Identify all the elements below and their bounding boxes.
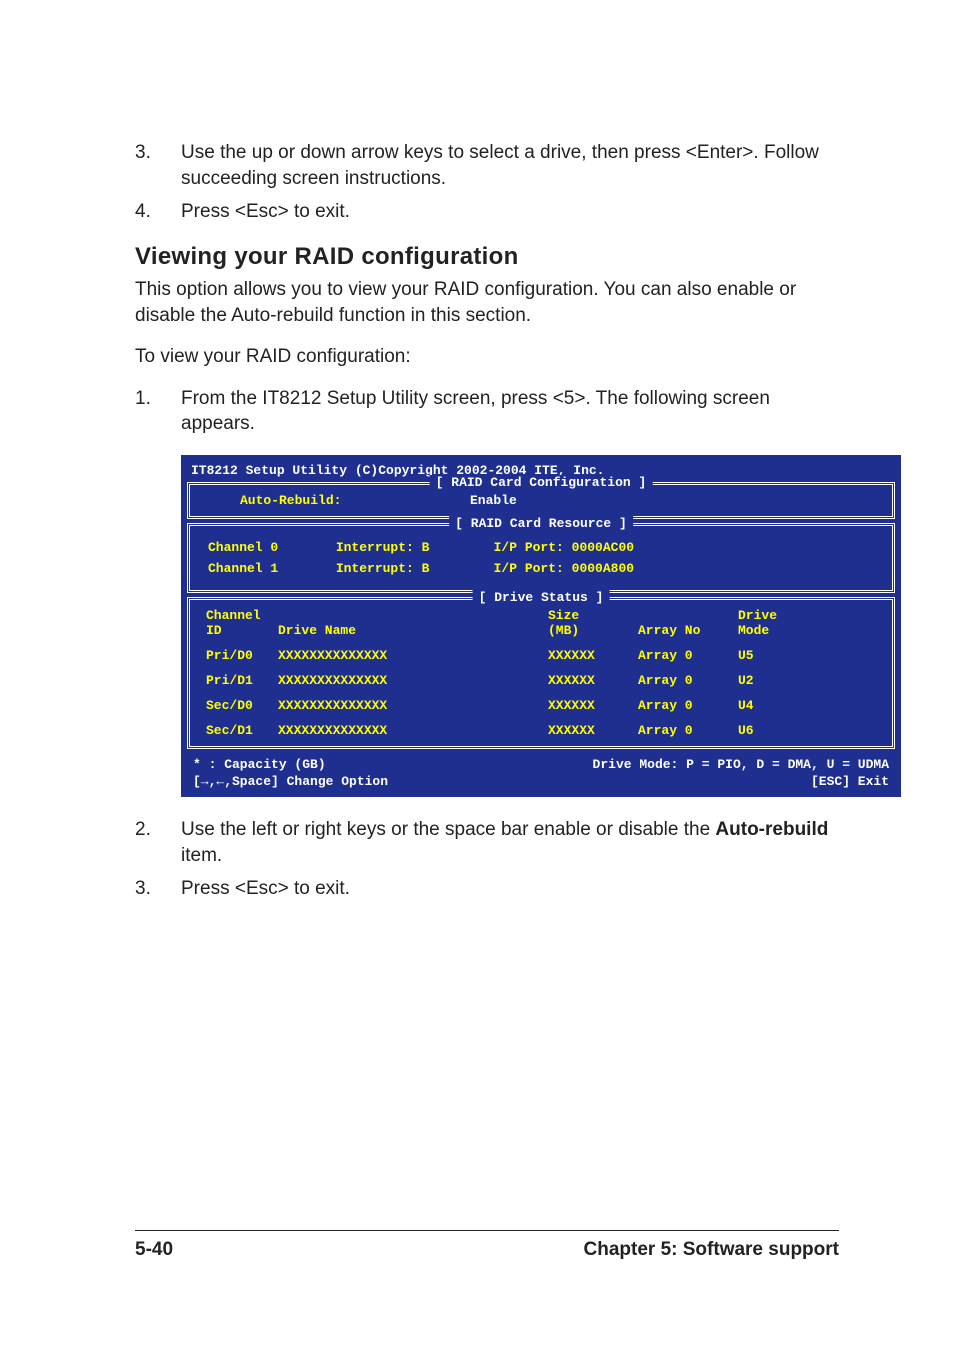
panel-drive-status: [ Drive Status ] Channel Size Drive ID D…	[187, 597, 895, 749]
drive-name: XXXXXXXXXXXXXX	[278, 723, 548, 738]
resource-row: Channel 1 Interrupt: B I/P Port: 0000A80…	[200, 561, 882, 576]
drive-header-row-2: ID Drive Name (MB) Array No Mode	[200, 623, 882, 638]
intro-paragraph-2: To view your RAID configuration:	[135, 344, 839, 370]
panel-raid-card-resource: [ RAID Card Resource ] Channel 0 Interru…	[187, 523, 895, 593]
step-text-suffix: item.	[181, 845, 222, 866]
step-text: Press <Esc> to exit.	[181, 876, 839, 902]
footer-drive-mode-legend: Drive Mode: P = PIO, D = DMA, U = UDMA	[593, 757, 889, 772]
step-number: 3.	[135, 140, 181, 191]
drive-row: Pri/D1 XXXXXXXXXXXXXX XXXXXX Array 0 U2	[200, 673, 882, 688]
hdr-name	[278, 608, 548, 623]
drive-size: XXXXXX	[548, 673, 638, 688]
footer-esc-exit-hint: [ESC] Exit	[811, 774, 889, 789]
hdr-array	[638, 608, 738, 623]
channel-label: Channel 1	[208, 561, 328, 576]
hdr-size: (MB)	[548, 623, 638, 638]
drive-mode: U5	[738, 648, 798, 663]
hdr-mode: Mode	[738, 623, 798, 638]
auto-rebuild-bold: Auto-rebuild	[715, 819, 828, 840]
drive-mode: U2	[738, 673, 798, 688]
panel-raid-card-configuration: [ RAID Card Configuration ] Auto-Rebuild…	[187, 482, 895, 519]
step-text: Use the up or down arrow keys to select …	[181, 140, 839, 191]
resource-row: Channel 0 Interrupt: B I/P Port: 0000AC0…	[200, 540, 882, 555]
drive-array: Array 0	[638, 723, 738, 738]
ipport-label: I/P Port: 0000AC00	[494, 540, 694, 555]
step-text-prefix: Use the left or right keys or the space …	[181, 819, 715, 840]
drive-size: XXXXXX	[548, 648, 638, 663]
hdr-mode: Drive	[738, 608, 798, 623]
ipport-label: I/P Port: 0000A800	[494, 561, 694, 576]
step-b-3: 3. Press <Esc> to exit.	[135, 876, 839, 902]
drive-name: XXXXXXXXXXXXXX	[278, 673, 548, 688]
step-b-2: 2. Use the left or right keys or the spa…	[135, 817, 839, 868]
steps-b-part2: 2. Use the left or right keys or the spa…	[135, 817, 839, 902]
interrupt-label: Interrupt: B	[336, 561, 486, 576]
drive-mode: U6	[738, 723, 798, 738]
drive-id: Sec/D1	[206, 723, 278, 738]
step-text: Press <Esc> to exit.	[181, 199, 839, 225]
hdr-name: Drive Name	[278, 623, 548, 638]
step-a-4: 4. Press <Esc> to exit.	[135, 199, 839, 225]
drive-row: Sec/D1 XXXXXXXXXXXXXX XXXXXX Array 0 U6	[200, 723, 882, 738]
drive-mode: U4	[738, 698, 798, 713]
step-text: Use the left or right keys or the space …	[181, 817, 839, 868]
footer-capacity-legend: * : Capacity (GB)	[193, 757, 326, 772]
hdr-size: Size	[548, 608, 638, 623]
step-a-3: 3. Use the up or down arrow keys to sele…	[135, 140, 839, 191]
auto-rebuild-label: Auto-Rebuild:	[240, 493, 470, 508]
section-heading: Viewing your RAID configuration	[135, 243, 839, 271]
drive-size: XXXXXX	[548, 698, 638, 713]
drive-size: XXXXXX	[548, 723, 638, 738]
step-number: 2.	[135, 817, 181, 868]
drive-array: Array 0	[638, 648, 738, 663]
page-footer: 5-40 Chapter 5: Software support	[135, 1230, 839, 1261]
drive-id: Pri/D0	[206, 648, 278, 663]
panel-label: [ Drive Status ]	[473, 590, 610, 605]
drive-id: Sec/D0	[206, 698, 278, 713]
hdr-array: Array No	[638, 623, 738, 638]
step-number: 1.	[135, 386, 181, 437]
bios-screen: IT8212 Setup Utility (C)Copyright 2002-2…	[181, 455, 901, 797]
page-number: 5-40	[135, 1239, 173, 1261]
bios-footer: * : Capacity (GB) Drive Mode: P = PIO, D…	[187, 751, 895, 791]
intro-paragraph-1: This option allows you to view your RAID…	[135, 277, 839, 328]
chapter-title: Chapter 5: Software support	[584, 1239, 839, 1261]
step-text: From the IT8212 Setup Utility screen, pr…	[181, 386, 839, 437]
auto-rebuild-value[interactable]: Enable	[470, 493, 517, 508]
steps-b-part1: 1. From the IT8212 Setup Utility screen,…	[135, 386, 839, 437]
step-b-1: 1. From the IT8212 Setup Utility screen,…	[135, 386, 839, 437]
drive-array: Array 0	[638, 698, 738, 713]
drive-row: Pri/D0 XXXXXXXXXXXXXX XXXXXX Array 0 U5	[200, 648, 882, 663]
panel-label: [ RAID Card Configuration ]	[430, 475, 653, 490]
drive-name: XXXXXXXXXXXXXX	[278, 698, 548, 713]
panel-label: [ RAID Card Resource ]	[449, 516, 633, 531]
interrupt-label: Interrupt: B	[336, 540, 486, 555]
drive-row: Sec/D0 XXXXXXXXXXXXXX XXXXXX Array 0 U4	[200, 698, 882, 713]
drive-id: Pri/D1	[206, 673, 278, 688]
steps-a: 3. Use the up or down arrow keys to sele…	[135, 140, 839, 225]
drive-name: XXXXXXXXXXXXXX	[278, 648, 548, 663]
step-number: 3.	[135, 876, 181, 902]
footer-change-option-hint: [→,←,Space] Change Option	[193, 774, 388, 789]
step-number: 4.	[135, 199, 181, 225]
hdr-id: ID	[206, 623, 278, 638]
drive-header-row-1: Channel Size Drive	[200, 608, 882, 623]
drive-array: Array 0	[638, 673, 738, 688]
hdr-channel: Channel	[206, 608, 278, 623]
channel-label: Channel 0	[208, 540, 328, 555]
